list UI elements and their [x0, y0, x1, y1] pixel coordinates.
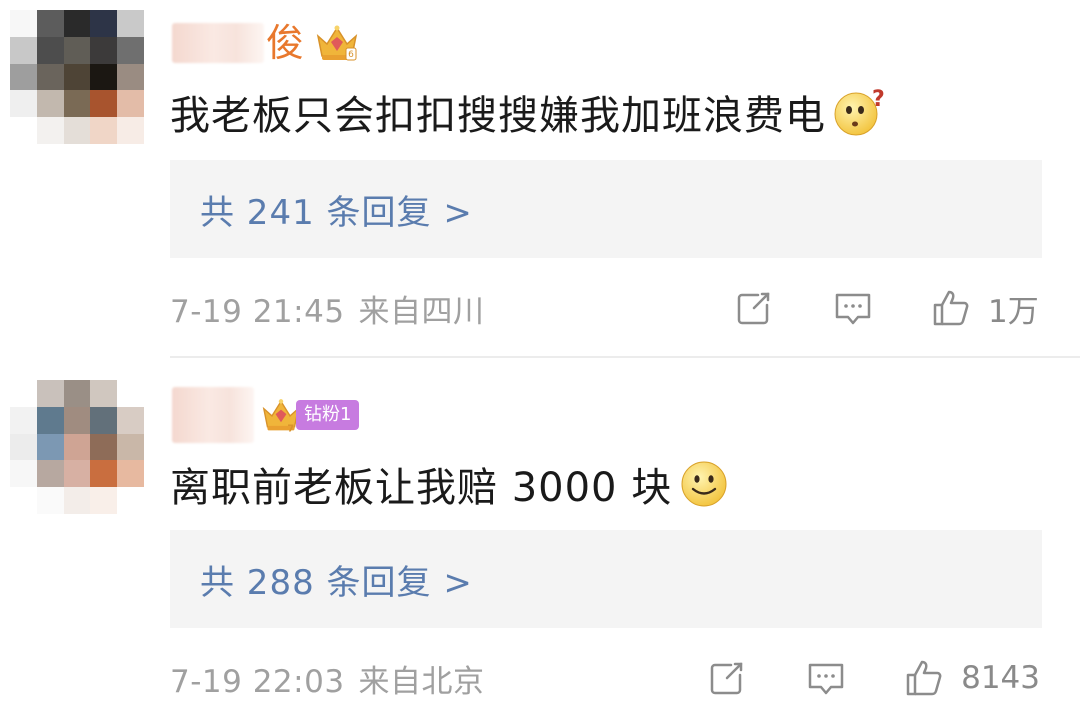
fan-level-label: 钻粉1	[296, 400, 360, 430]
forward-icon[interactable]	[732, 287, 774, 329]
replies-link[interactable]: 共 288 条回复 >	[170, 530, 1042, 628]
svg-text:6: 6	[348, 50, 354, 60]
comment-actions: 1万	[732, 284, 1040, 332]
comment-time: 7-19 22:03	[170, 663, 345, 700]
comment-text: 离职前老板让我赔 3000 块	[170, 465, 673, 511]
svg-text:7: 7	[287, 423, 294, 434]
username[interactable]: 俊	[266, 18, 304, 68]
comment-body: 我老板只会扣扣搜搜嫌我加班浪费电 ?	[170, 84, 884, 140]
username-blurred	[172, 23, 264, 63]
like-icon[interactable]	[903, 657, 945, 699]
avatar[interactable]	[10, 10, 144, 144]
avatar[interactable]	[10, 380, 144, 514]
reply-count[interactable]: 共 241 条回复 >	[200, 185, 473, 234]
comment-time-location: 7-19 22:03 来自北京	[170, 656, 485, 701]
comment-location: 来自北京	[358, 663, 485, 700]
comment-location: 来自四川	[358, 293, 485, 330]
comment-meta: 7-19 21:45 来自四川 1万	[170, 284, 1040, 332]
comment-icon[interactable]	[832, 287, 874, 329]
like-count: 1万	[988, 293, 1039, 330]
confused-face-emoji: ?	[834, 87, 884, 136]
comment-text: 我老板只会扣扣搜搜嫌我加班浪费电	[170, 93, 826, 139]
comment-body: 离职前老板让我赔 3000 块	[170, 456, 730, 512]
username-blurred	[172, 387, 254, 443]
like-icon[interactable]	[930, 287, 972, 329]
username-row[interactable]: 俊 6	[172, 18, 360, 68]
comment-time: 7-19 21:45	[170, 293, 345, 330]
reply-count[interactable]: 共 288 条回复 >	[200, 555, 473, 604]
fan-badge[interactable]: 7 钻粉1	[260, 396, 360, 434]
comment-actions: 8143	[705, 654, 1040, 702]
comment-meta: 7-19 22:03 来自北京 8143	[170, 654, 1040, 702]
forward-icon[interactable]	[705, 657, 747, 699]
svg-text:?: ?	[872, 87, 884, 112]
comment-time-location: 7-19 21:45 来自四川	[170, 286, 485, 331]
replies-link[interactable]: 共 241 条回复 >	[170, 160, 1042, 258]
like-count: 8143	[961, 660, 1040, 696]
comment-icon[interactable]	[805, 657, 847, 699]
comment-item: 俊 6 我老板只会扣扣搜搜嫌我加班浪费电 ? 共 241 条回复 > 7-19 …	[0, 0, 1080, 358]
comment-item: 7 钻粉1 离职前老板让我赔 3000 块 共 288 条回复 > 7-19 2…	[0, 358, 1080, 716]
crown-icon: 6	[316, 25, 358, 61]
smile-face-emoji	[681, 461, 727, 507]
username-row[interactable]: 7 钻粉1	[172, 387, 360, 443]
